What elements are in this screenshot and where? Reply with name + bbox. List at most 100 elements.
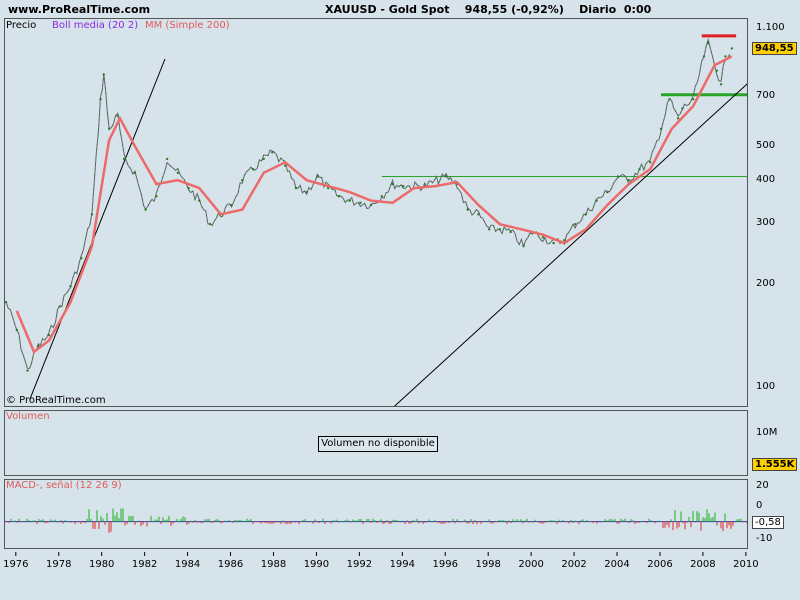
x-tick-label: 1994 — [390, 559, 415, 570]
price-point — [122, 157, 126, 161]
price-point — [649, 161, 652, 164]
price-point — [724, 55, 727, 58]
price-point — [316, 175, 319, 178]
x-tick-label: 1980 — [89, 559, 114, 570]
price-point — [271, 151, 274, 154]
price-point — [305, 190, 308, 194]
price-point — [681, 107, 684, 110]
macd-yaxis-0: 0 — [756, 500, 763, 511]
price-point — [348, 199, 351, 202]
x-tick-label: 1986 — [218, 559, 243, 570]
price-point — [58, 305, 61, 308]
price-point — [176, 171, 180, 174]
x-tick-label: 1998 — [475, 559, 500, 570]
price-chart[interactable] — [5, 19, 748, 407]
watermark: © ProRealTime.com — [6, 395, 106, 406]
price-point — [359, 201, 362, 205]
price-point — [133, 171, 137, 174]
x-tick-label: 1982 — [132, 559, 157, 570]
yaxis-label-400: 400 — [756, 174, 776, 185]
price-point — [391, 182, 394, 186]
x-tick-label: 1976 — [3, 559, 28, 570]
price-point — [730, 47, 734, 50]
yaxis-label-100: 100 — [756, 381, 776, 392]
header-bar: www.ProRealTime.com XAUUSD - Gold Spot 9… — [0, 0, 800, 18]
price-point — [69, 284, 72, 288]
macd-tag: -0,58 — [752, 516, 784, 529]
price-point — [707, 42, 710, 45]
price-point — [208, 222, 212, 226]
price-point — [369, 203, 373, 207]
x-tick-label: 1984 — [175, 559, 200, 570]
x-tick-label: 2008 — [690, 559, 715, 570]
legend-boll: Boll media (20 2) — [52, 20, 139, 31]
price-point — [541, 236, 545, 239]
yaxis-label-500: 500 — [756, 140, 776, 151]
volume-label: Volumen — [6, 411, 50, 422]
trendline-steep — [29, 58, 166, 400]
volume-tag: 1.555K — [752, 458, 798, 471]
volume-message: Volumen no disponible — [318, 436, 438, 452]
trendline-long — [394, 83, 747, 406]
price-point — [509, 230, 512, 234]
ma200-line — [15, 55, 733, 354]
price-point — [676, 117, 680, 120]
price-point — [573, 222, 577, 226]
price-point — [294, 186, 298, 190]
yaxis-label-300: 300 — [756, 217, 776, 228]
price-point — [198, 199, 201, 202]
legend-mm200: MM (Simple 200) — [145, 20, 230, 31]
price-point — [165, 157, 169, 161]
price-bars — [5, 37, 731, 370]
price-point — [107, 127, 111, 131]
price-point — [99, 98, 102, 101]
price-point — [638, 168, 641, 171]
price-point — [187, 186, 190, 190]
price-point — [251, 168, 255, 171]
x-axis: 1976 1978 1980 1982 1984 1986 1988 1990 1992 1994… — [3, 552, 759, 570]
x-tick-label: 2004 — [604, 559, 629, 570]
price-point — [26, 369, 29, 372]
site-name[interactable]: www.ProRealTime.com — [8, 3, 150, 16]
macd-yaxis-neg10: -10 — [756, 533, 773, 544]
price-point — [691, 98, 695, 101]
price-point — [15, 328, 19, 332]
price-point — [144, 208, 147, 211]
price-point — [90, 213, 94, 216]
price-point — [668, 98, 671, 101]
x-tick-label: 2006 — [647, 559, 672, 570]
price-point — [702, 55, 706, 58]
price-panel[interactable] — [4, 18, 748, 407]
price-point — [627, 179, 630, 182]
x-tick-label: 2000 — [518, 559, 543, 570]
price-point — [47, 333, 51, 337]
price-point — [445, 175, 448, 178]
yaxis-label-1100: 1.100 — [756, 22, 785, 33]
legend-precio: Precio — [6, 20, 37, 31]
price-point — [284, 164, 287, 167]
price-point — [241, 179, 244, 182]
price-point — [402, 184, 405, 188]
price-point — [116, 114, 119, 118]
price-point — [80, 257, 83, 260]
price-point — [155, 195, 158, 198]
bollinger-mid — [5, 38, 730, 369]
macd-yaxis-20: 20 — [756, 480, 769, 491]
price-point — [715, 69, 718, 72]
price-point — [380, 195, 384, 198]
price-point — [659, 127, 663, 131]
x-tick-label: 1992 — [347, 559, 372, 570]
price-point — [595, 199, 598, 202]
price-point — [498, 228, 502, 231]
price-point — [616, 175, 620, 178]
x-tick-label: 1990 — [304, 559, 329, 570]
price-point — [102, 73, 105, 76]
price-point — [552, 241, 555, 245]
price-point — [606, 190, 609, 194]
price-point — [522, 244, 525, 248]
last-price-tag: 948,55 — [752, 42, 797, 55]
price-point — [262, 157, 265, 161]
price-point — [466, 208, 469, 211]
x-tick-label: 1996 — [433, 559, 458, 570]
macd-label: MACD-, señal (12 26 9) — [6, 480, 122, 491]
